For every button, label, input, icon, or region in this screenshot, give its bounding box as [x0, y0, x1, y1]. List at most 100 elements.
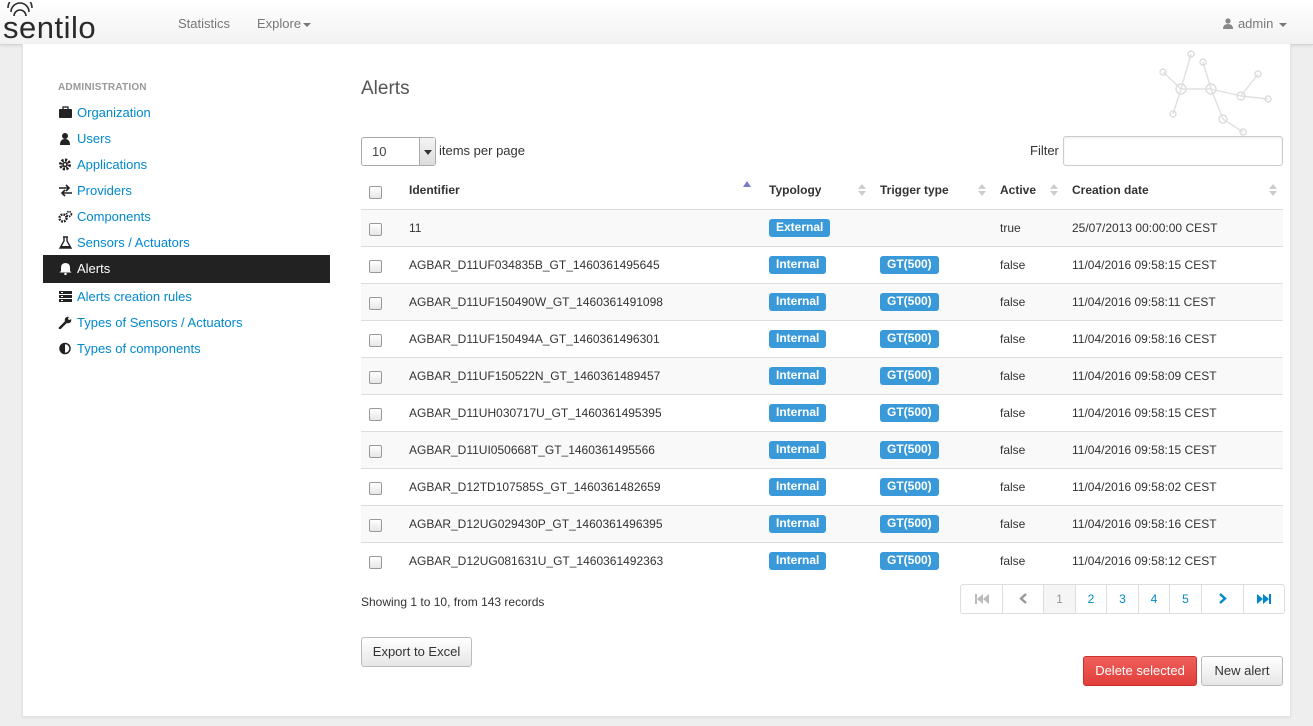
- row-checkbox[interactable]: [369, 445, 382, 458]
- row-checkbox[interactable]: [369, 556, 382, 570]
- row-checkbox[interactable]: [369, 260, 382, 273]
- column-header-label: Identifier: [409, 183, 460, 198]
- row-checkbox[interactable]: [369, 297, 382, 310]
- cell-active: false: [992, 394, 1064, 432]
- cell-identifier: AGBAR_D12UG029430P_GT_1460361496395: [401, 505, 761, 543]
- table-row[interactable]: AGBAR_D12TD107585S_GT_1460361482659 Inte…: [361, 468, 1283, 506]
- cell-active: false: [992, 505, 1064, 543]
- typology-badge: Internal: [769, 477, 827, 496]
- table-header-row: Identifier Typology Trigger type Active …: [361, 172, 1283, 210]
- export-to-excel-button[interactable]: Export to Excel: [361, 637, 472, 667]
- sidebar-item-label: Providers: [77, 183, 132, 198]
- user-name: admin: [1237, 16, 1274, 31]
- table-row[interactable]: AGBAR_D12UG029430P_GT_1460361496395 Inte…: [361, 505, 1283, 543]
- sidebar-item-sensors-actuators[interactable]: Sensors / Actuators: [43, 230, 330, 256]
- user-menu[interactable]: admin: [1222, 16, 1287, 31]
- sidebar-item-alerts-creation-rules[interactable]: Alerts creation rules: [43, 284, 330, 310]
- select-all-header: [361, 172, 401, 210]
- table-row[interactable]: AGBAR_D11UF150494A_GT_1460361496301 Inte…: [361, 320, 1283, 358]
- cell-active: false: [992, 320, 1064, 358]
- table-row[interactable]: AGBAR_D11UI050668T_GT_1460361495566 Inte…: [361, 431, 1283, 469]
- column-header-creation-date[interactable]: Creation date: [1064, 172, 1283, 210]
- contrast-icon: [59, 342, 71, 355]
- trigger-type-badge: GT(500): [880, 514, 939, 533]
- table-row[interactable]: AGBAR_D11UF150522N_GT_1460361489457 Inte…: [361, 357, 1283, 395]
- cell-identifier: 11: [401, 209, 761, 247]
- cogs-icon: [58, 210, 73, 223]
- sidebar-item-alerts[interactable]: Alerts: [43, 255, 330, 283]
- trigger-type-badge: GT(500): [880, 292, 939, 311]
- column-header-trigger-type[interactable]: Trigger type: [872, 172, 992, 210]
- page-2-button[interactable]: 2: [1075, 585, 1106, 613]
- cell-identifier: AGBAR_D11UF150522N_GT_1460361489457: [401, 357, 761, 395]
- filter-input[interactable]: [1063, 136, 1283, 166]
- last-page-button[interactable]: [1243, 585, 1284, 613]
- sidebar-item-label: Components: [77, 209, 151, 224]
- table-row[interactable]: AGBAR_D12UG081631U_GT_1460361492363 Inte…: [361, 542, 1283, 579]
- next-page-button[interactable]: [1201, 585, 1243, 613]
- cell-creation-date: 11/04/2016 09:58:11 CEST: [1064, 283, 1283, 321]
- page-1-button[interactable]: 1: [1043, 585, 1075, 613]
- nav-statistics[interactable]: Statistics: [178, 16, 230, 31]
- cell-creation-date: 11/04/2016 09:58:09 CEST: [1064, 357, 1283, 395]
- sidebar-item-label: Types of components: [77, 341, 201, 356]
- new-alert-button[interactable]: New alert: [1201, 656, 1283, 686]
- first-page-button[interactable]: [961, 585, 1002, 613]
- trigger-type-badge: GT(500): [880, 403, 939, 422]
- cell-creation-date: 11/04/2016 09:58:16 CEST: [1064, 505, 1283, 543]
- row-checkbox[interactable]: [369, 371, 382, 384]
- table-row[interactable]: AGBAR_D11UH030717U_GT_1460361495395 Inte…: [361, 394, 1283, 432]
- page-4-button[interactable]: 4: [1138, 585, 1169, 613]
- sidebar-item-organization[interactable]: Organization: [43, 100, 330, 126]
- page-3-button[interactable]: 3: [1106, 585, 1138, 613]
- cell-identifier: AGBAR_D11UI050668T_GT_1460361495566: [401, 431, 761, 469]
- column-header-typology[interactable]: Typology: [761, 172, 872, 210]
- cell-creation-date: 11/04/2016 09:58:16 CEST: [1064, 320, 1283, 358]
- cell-identifier: AGBAR_D11UF034835B_GT_1460361495645: [401, 246, 761, 284]
- cell-identifier: AGBAR_D11UF150490W_GT_1460361491098: [401, 283, 761, 321]
- table-row[interactable]: AGBAR_D11UF150490W_GT_1460361491098 Inte…: [361, 283, 1283, 321]
- row-checkbox[interactable]: [369, 519, 382, 532]
- top-navbar: sentilo Statistics Explore admin: [0, 0, 1313, 45]
- sidebar-item-label: Organization: [77, 105, 151, 120]
- typology-badge: Internal: [769, 292, 827, 311]
- sidebar-item-components[interactable]: Components: [43, 204, 330, 230]
- sidebar-item-users[interactable]: Users: [43, 126, 330, 152]
- select-all-checkbox[interactable]: [369, 185, 382, 199]
- table-row[interactable]: AGBAR_D11UF034835B_GT_1460361495645 Inte…: [361, 246, 1283, 284]
- chevron-down-icon: [303, 22, 312, 27]
- table-row[interactable]: 11 External true 25/07/2013 00:00:00 CES…: [361, 209, 1283, 247]
- row-checkbox[interactable]: [369, 334, 382, 347]
- sidebar-item-applications[interactable]: Applications: [43, 152, 330, 178]
- chevron-right-icon: [1218, 593, 1227, 604]
- sidebar-item-providers[interactable]: Providers: [43, 178, 330, 204]
- items-per-page-select[interactable]: 10: [361, 137, 436, 166]
- nav-explore[interactable]: Explore: [257, 16, 312, 31]
- previous-page-button[interactable]: [1002, 585, 1043, 613]
- cell-active: true: [992, 209, 1064, 247]
- sidebar-item-types-components[interactable]: Types of components: [43, 336, 330, 362]
- sentilo-logo[interactable]: sentilo: [2, 2, 136, 42]
- typology-badge: Internal: [769, 440, 827, 459]
- page-5-button[interactable]: 5: [1169, 585, 1201, 613]
- network-decoration: [1159, 50, 1272, 136]
- typology-badge: Internal: [769, 366, 827, 385]
- sidebar-item-types-sensors-actuators[interactable]: Types of Sensors / Actuators: [43, 310, 330, 336]
- row-checkbox[interactable]: [369, 408, 382, 421]
- page-title: Alerts: [361, 78, 410, 99]
- alerts-table: Identifier Typology Trigger type Active …: [361, 172, 1283, 579]
- row-checkbox[interactable]: [369, 482, 382, 495]
- column-header-active[interactable]: Active: [992, 172, 1064, 210]
- trigger-type-badge: GT(500): [880, 477, 939, 496]
- column-header-identifier[interactable]: Identifier: [401, 172, 761, 210]
- delete-selected-button[interactable]: Delete selected: [1083, 656, 1197, 686]
- cell-identifier: AGBAR_D12TD107585S_GT_1460361482659: [401, 468, 761, 506]
- row-checkbox[interactable]: [369, 223, 382, 236]
- logo-text: sentilo: [3, 10, 96, 42]
- cell-active: false: [992, 283, 1064, 321]
- wrench-icon: [58, 316, 72, 329]
- list-icon: [59, 291, 72, 302]
- column-header-label: Typology: [769, 183, 822, 198]
- typology-badge: Internal: [769, 329, 827, 348]
- typology-badge: Internal: [769, 514, 827, 533]
